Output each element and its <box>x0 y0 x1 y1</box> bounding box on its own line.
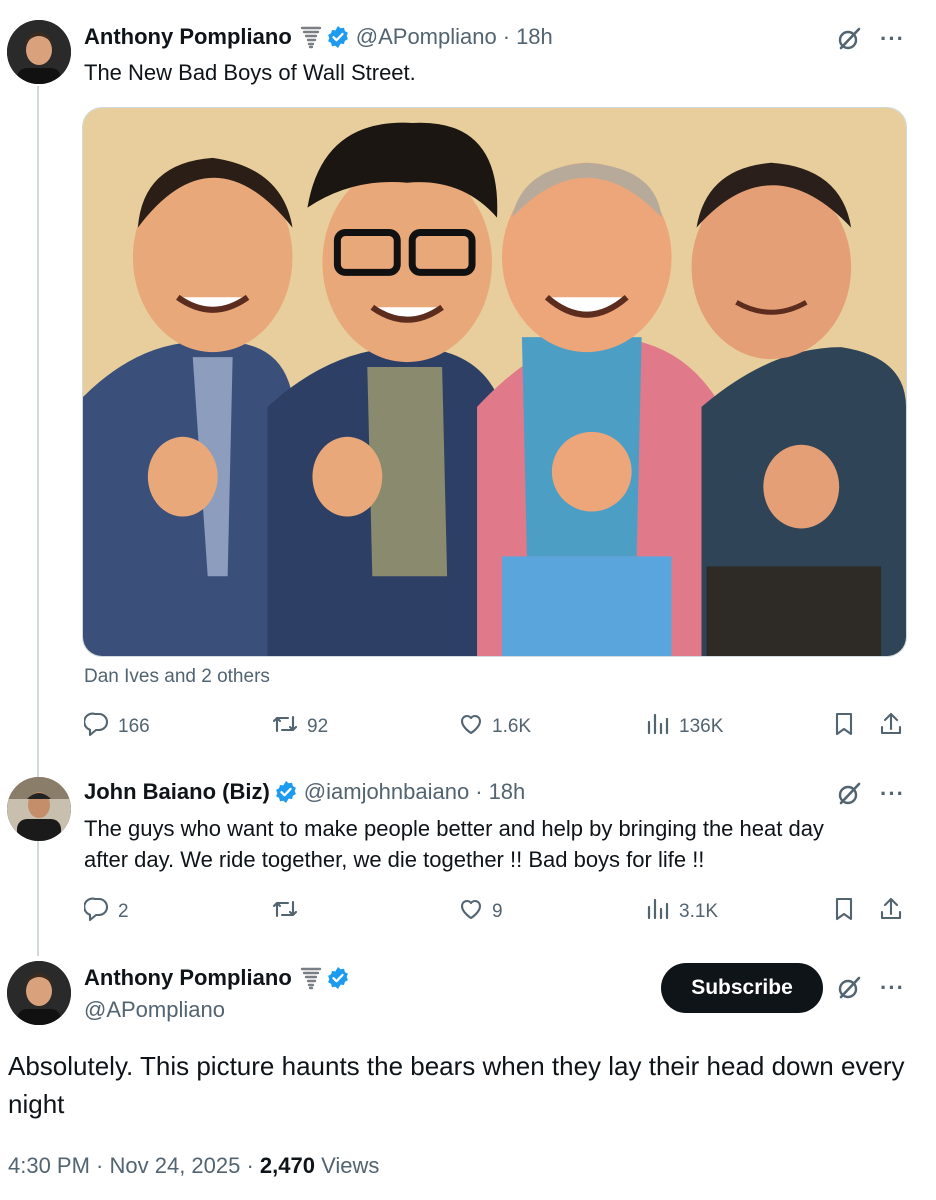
share-icon <box>879 896 903 928</box>
tweet1-header: Anthony Pompliano @APompliano · 18h <box>84 24 553 50</box>
main-tweet-header: Anthony Pompliano <box>84 965 356 991</box>
like-count: 1.6K <box>492 716 532 737</box>
reply-count: 166 <box>118 716 150 737</box>
reply-button[interactable]: 166 <box>83 711 150 743</box>
like-icon <box>458 711 484 743</box>
avatar-john-baiano[interactable] <box>7 777 71 841</box>
liked-by-text[interactable]: Dan Ives and 2 others <box>84 666 270 688</box>
views-count: 3.1K <box>679 901 719 922</box>
tweet2-top-actions: ··· <box>836 781 905 807</box>
views-label: Views <box>314 1153 380 1178</box>
repost-icon <box>271 896 299 928</box>
share-button[interactable] <box>879 896 903 928</box>
views-count: 136K <box>679 716 724 737</box>
like-button[interactable]: 9 <box>458 896 503 928</box>
tweet-timestamp[interactable]: 4:30 PM · Nov 24, 2025 · <box>8 1153 260 1178</box>
grok-icon[interactable] <box>836 781 862 807</box>
share-icon <box>879 711 903 743</box>
subscribe-button[interactable]: Subscribe <box>661 963 823 1013</box>
views-button[interactable]: 3.1K <box>645 896 718 928</box>
repost-count: 92 <box>307 716 329 737</box>
author-handle[interactable]: @APompliano <box>356 24 497 50</box>
bookmark-button[interactable] <box>832 711 856 743</box>
like-button[interactable]: 1.6K <box>458 711 531 743</box>
tornado-icon <box>300 966 322 990</box>
reply-count: 2 <box>118 901 129 922</box>
tweet2-text-line2: after day. We ride together, we die toge… <box>84 847 705 872</box>
avatar-anthony-pompliano-main[interactable] <box>7 961 71 1025</box>
like-icon <box>458 896 484 928</box>
reply-button[interactable]: 2 <box>83 896 129 928</box>
views-button[interactable]: 136K <box>645 711 723 743</box>
views-total: 2,470 <box>259 1153 315 1178</box>
main-tweet-top-actions: ··· <box>836 975 905 1001</box>
reply-icon <box>83 711 110 743</box>
verified-badge-icon <box>326 966 350 990</box>
more-icon[interactable]: ··· <box>880 28 905 50</box>
bookmark-icon <box>832 711 856 743</box>
reply-icon <box>83 896 110 928</box>
repost-button[interactable] <box>271 896 307 928</box>
repost-icon <box>271 711 299 743</box>
repost-button[interactable]: 92 <box>271 711 328 743</box>
separator-dot: · <box>502 24 511 49</box>
tweet1-actions: 166 92 1.6K 136K <box>0 706 936 746</box>
tweet1-top-actions: ··· <box>836 26 905 52</box>
share-button[interactable] <box>879 711 903 743</box>
author-name[interactable]: Anthony Pompliano <box>84 24 292 50</box>
main-tweet-handle-row: @APompliano <box>84 997 225 1023</box>
tweet1-image[interactable] <box>82 107 907 657</box>
separator-dot: · <box>475 779 483 804</box>
author-name[interactable]: John Baiano (Biz) <box>84 779 270 805</box>
more-icon[interactable]: ··· <box>880 783 905 805</box>
main-tweet-text: Absolutely. This picture haunts the bear… <box>8 1051 905 1119</box>
main-tweet-footer: 4:30 PM · Nov 24, 2025 · 2,470 Views <box>8 1153 379 1179</box>
grok-icon[interactable] <box>836 975 862 1001</box>
tweet2-header: John Baiano (Biz) @iamjohnbaiano · 18h <box>84 779 525 805</box>
tweet-time[interactable]: 18h <box>489 779 526 805</box>
author-handle[interactable]: @iamjohnbaiano <box>304 779 469 805</box>
author-name[interactable]: Anthony Pompliano <box>84 965 292 991</box>
verified-badge-icon <box>274 780 298 804</box>
tweet2-text-line1: The guys who want to make people better … <box>84 816 824 841</box>
tweet-time[interactable]: 18h <box>516 24 553 50</box>
bookmark-icon <box>832 896 856 928</box>
views-icon <box>645 896 671 928</box>
verified-badge-icon <box>326 25 350 49</box>
grok-icon[interactable] <box>836 26 862 52</box>
tweet1-text: The New Bad Boys of Wall Street. <box>84 60 416 85</box>
tweet2-text: The guys who want to make people better … <box>84 813 924 875</box>
more-icon[interactable]: ··· <box>880 977 905 999</box>
avatar-anthony-pompliano[interactable] <box>7 20 71 84</box>
cartoon-illustration <box>83 108 906 656</box>
author-handle[interactable]: @APompliano <box>84 997 225 1023</box>
tornado-icon <box>300 25 322 49</box>
bookmark-button[interactable] <box>832 896 856 928</box>
tweet2-actions: 2 9 3.1K <box>0 893 936 933</box>
views-icon <box>645 711 671 743</box>
like-count: 9 <box>492 901 503 922</box>
